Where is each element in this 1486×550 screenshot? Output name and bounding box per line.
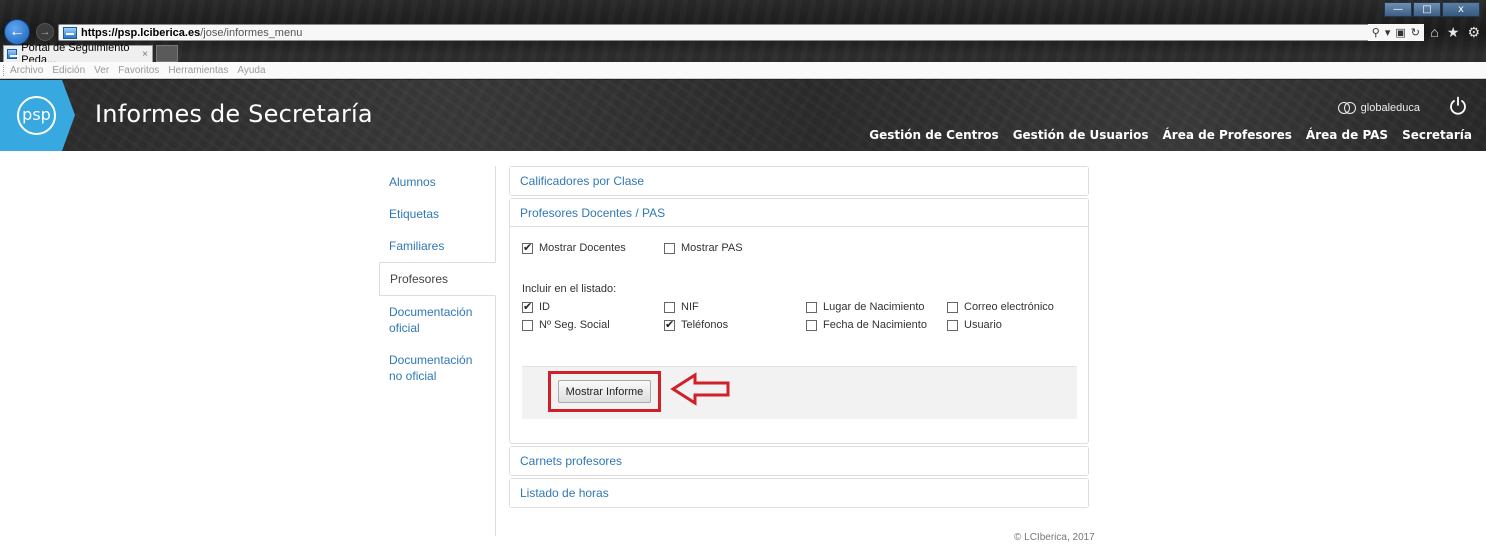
- panel-calificadores: Calificadores por Clase: [509, 166, 1089, 196]
- nav-secretaria[interactable]: Secretaría: [1402, 128, 1472, 142]
- menu-herramientas[interactable]: Herramientas: [168, 65, 228, 76]
- nav-area-profesores[interactable]: Área de Profesores: [1162, 128, 1291, 142]
- sidebar-item-documentacion-no-oficial[interactable]: Documentación no oficial: [379, 344, 495, 392]
- top-navigation: Gestión de Centros Gestión de Usuarios Á…: [869, 128, 1472, 142]
- panel-heading-carnets[interactable]: Carnets profesores: [510, 447, 1088, 475]
- forward-button[interactable]: →: [36, 23, 54, 41]
- menu-favoritos[interactable]: Favoritos: [118, 65, 159, 76]
- psp-logo[interactable]: psp: [17, 96, 56, 135]
- panel-heading-calificadores[interactable]: Calificadores por Clase: [510, 167, 1088, 195]
- checkbox-unchecked-icon[interactable]: [664, 301, 675, 313]
- sidebar-item-documentacion-oficial[interactable]: Documentación oficial: [379, 296, 495, 344]
- favorites-star-icon[interactable]: ★: [1447, 24, 1460, 41]
- nav-gestion-usuarios[interactable]: Gestión de Usuarios: [1013, 128, 1149, 142]
- home-icon[interactable]: ⌂: [1430, 24, 1438, 41]
- app-header: psp Informes de Secretaría globaleduca G…: [0, 80, 1486, 151]
- browser-chrome: — □ x ← → https://psp.lciberica.es/jose/…: [0, 0, 1486, 80]
- menubar-grip: [3, 64, 6, 76]
- nav-gestion-centros[interactable]: Gestión de Centros: [869, 128, 998, 142]
- sidebar-item-etiquetas[interactable]: Etiquetas: [379, 198, 495, 230]
- checkbox-unchecked-icon[interactable]: [664, 242, 675, 254]
- dropdown-icon[interactable]: ▾: [1385, 26, 1391, 39]
- menu-ver[interactable]: Ver: [94, 65, 109, 76]
- tab-close-icon[interactable]: ×: [142, 49, 148, 60]
- checkbox-checked-icon[interactable]: [522, 241, 533, 254]
- show-options-row: Mostrar Docentes Mostrar PAS: [522, 237, 1076, 259]
- tab-favicon-icon: [7, 49, 19, 59]
- checkbox-unchecked-icon[interactable]: [522, 319, 533, 331]
- action-well: Mostrar Informe: [522, 366, 1077, 419]
- include-label: Incluir en el listado:: [522, 283, 617, 295]
- browser-tools: ⌂ ★ ⚙: [1430, 24, 1480, 41]
- menu-archivo[interactable]: Archivo: [10, 65, 43, 76]
- checkbox-checked-icon[interactable]: [664, 318, 675, 331]
- include-fields-grid: ID NIF Lugar de Nacimiento Correo electr…: [522, 300, 1076, 331]
- sidebar-item-alumnos[interactable]: Alumnos: [379, 166, 495, 198]
- address-bar[interactable]: https://psp.lciberica.es/jose/informes_m…: [58, 24, 1422, 41]
- panel-body-profesores: Mostrar Docentes Mostrar PAS Incluir en …: [510, 227, 1088, 443]
- globaleduca-logo-icon: [1337, 101, 1358, 115]
- checkbox-usuario[interactable]: Usuario: [947, 319, 1087, 331]
- panel-horas: Listado de horas: [509, 478, 1089, 508]
- browser-tab[interactable]: Portal de Seguimiento Peda... ×: [3, 42, 153, 66]
- panel-heading-profesores[interactable]: Profesores Docentes / PAS: [510, 199, 1088, 227]
- menu-bar: Archivo Edición Ver Favoritos Herramient…: [0, 62, 1486, 79]
- refresh-icon[interactable]: ↻: [1411, 26, 1420, 39]
- checkbox-fecha-nacimiento[interactable]: Fecha de Nacimiento: [806, 319, 947, 331]
- nav-area-pas[interactable]: Área de PAS: [1306, 128, 1388, 142]
- site-favicon-icon: [63, 26, 77, 39]
- lock-icon[interactable]: ▣: [1395, 26, 1405, 39]
- checkbox-lugar-nacimiento[interactable]: Lugar de Nacimiento: [806, 301, 947, 313]
- globaleduca-brand: globaleduca: [1337, 101, 1420, 115]
- sidebar-item-profesores[interactable]: Profesores: [379, 262, 496, 296]
- checkbox-unchecked-icon[interactable]: [947, 301, 958, 313]
- sidebar: Alumnos Etiquetas Familiares Profesores …: [379, 166, 496, 536]
- checkbox-telefonos[interactable]: Teléfonos: [664, 318, 806, 331]
- minimize-button[interactable]: —: [1384, 2, 1412, 17]
- page-title: Informes de Secretaría: [95, 100, 373, 128]
- button-highlight-box: Mostrar Informe: [548, 371, 661, 412]
- checkbox-id[interactable]: ID: [522, 300, 664, 313]
- new-tab-button[interactable]: [156, 45, 178, 62]
- report-panels: Calificadores por Clase Profesores Docen…: [509, 166, 1089, 510]
- checkbox-checked-icon[interactable]: [522, 300, 533, 313]
- checkbox-seg-social[interactable]: Nº Seg. Social: [522, 319, 664, 331]
- window-controls: — □ x: [1384, 2, 1480, 17]
- panel-heading-horas[interactable]: Listado de horas: [510, 479, 1088, 507]
- checkbox-unchecked-icon[interactable]: [947, 319, 958, 331]
- checkbox-mostrar-pas[interactable]: Mostrar PAS: [664, 242, 743, 254]
- search-icon[interactable]: ⚲: [1372, 26, 1380, 39]
- url-text: https://psp.lciberica.es/jose/informes_m…: [81, 26, 303, 39]
- sidebar-item-familiares[interactable]: Familiares: [379, 230, 495, 262]
- brand-name: globaleduca: [1360, 102, 1420, 114]
- checkbox-correo-electronico[interactable]: Correo electrónico: [947, 301, 1087, 313]
- checkbox-unchecked-icon[interactable]: [806, 301, 817, 313]
- panel-carnets: Carnets profesores: [509, 446, 1089, 476]
- menu-ayuda[interactable]: Ayuda: [237, 65, 265, 76]
- power-icon[interactable]: [1448, 96, 1468, 116]
- maximize-button[interactable]: □: [1413, 2, 1441, 17]
- footer-copyright: © LCIberica, 2017: [1014, 532, 1095, 543]
- mostrar-informe-button[interactable]: Mostrar Informe: [558, 380, 651, 403]
- panel-profesores: Profesores Docentes / PAS Mostrar Docent…: [509, 198, 1089, 444]
- close-window-button[interactable]: x: [1442, 2, 1480, 17]
- checkbox-unchecked-icon[interactable]: [806, 319, 817, 331]
- address-actions: ⚲ ▾ ▣ ↻: [1367, 24, 1424, 41]
- checkbox-nif[interactable]: NIF: [664, 301, 806, 313]
- checkbox-mostrar-docentes[interactable]: Mostrar Docentes: [522, 241, 664, 254]
- settings-gear-icon[interactable]: ⚙: [1467, 24, 1480, 41]
- pointer-arrow-icon: [670, 372, 730, 406]
- menu-edicion[interactable]: Edición: [52, 65, 85, 76]
